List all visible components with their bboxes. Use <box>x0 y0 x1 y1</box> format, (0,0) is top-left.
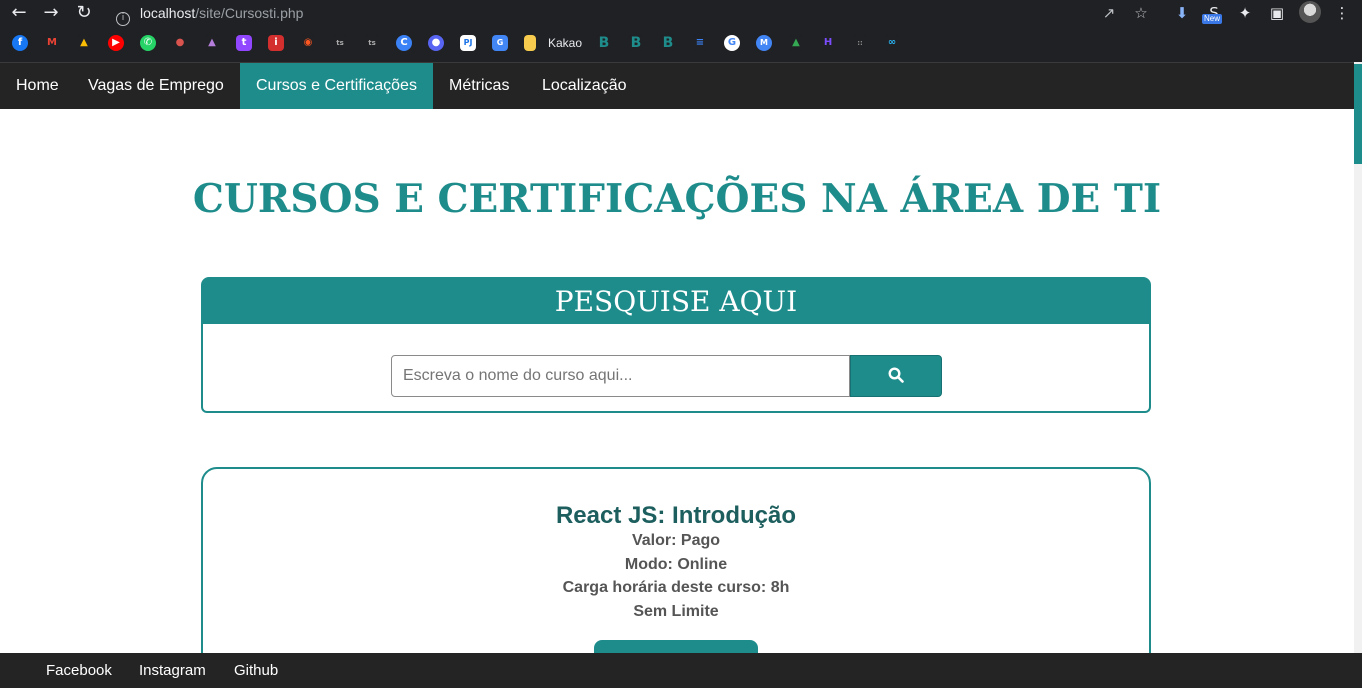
address-row: ← → ↻ i localhost/site/Cursosti.php ↗ ☆ ⬇… <box>0 0 1362 26</box>
nav-cursos-e-certificacoes[interactable]: Cursos e Certificações <box>240 63 433 109</box>
app8-bookmark-icon[interactable]: H <box>820 35 836 51</box>
app-bookmark-icon[interactable]: ● <box>172 35 188 51</box>
search-heading: PESQUISE AQUI <box>201 277 1151 324</box>
new-badge: New <box>1202 14 1223 24</box>
twitch-bookmark-icon[interactable]: t <box>236 35 252 51</box>
b3-bookmark-icon[interactable]: B <box>660 35 676 51</box>
discord-bookmark-icon[interactable]: ● <box>428 35 444 51</box>
footer-facebook-link[interactable]: Facebook <box>46 653 112 688</box>
nav-home[interactable]: Home <box>0 63 75 109</box>
course-carga-horaria: Carga horária deste curso: 8h <box>562 579 790 596</box>
translate-bookmark-icon[interactable]: G <box>492 35 508 51</box>
extensions-puzzle-icon[interactable]: ✦ <box>1234 2 1256 24</box>
stack-bookmark-icon[interactable]: ≡ <box>692 35 708 51</box>
url-host: localhost <box>140 5 196 21</box>
browser-chrome: ← → ↻ i localhost/site/Cursosti.php ↗ ☆ ⬇… <box>0 0 1362 62</box>
nav-vagas-de-emprego[interactable]: Vagas de Emprego <box>72 63 240 109</box>
drive2-bookmark-icon[interactable]: ▲ <box>788 35 804 51</box>
search-input[interactable] <box>391 355 850 397</box>
b2-bookmark-icon[interactable]: B <box>628 35 644 51</box>
nav-metricas[interactable]: Métricas <box>433 63 525 109</box>
course-modo: Modo: Online <box>624 556 728 573</box>
facebook-bookmark-icon[interactable]: f <box>12 35 28 51</box>
search-button[interactable] <box>850 355 942 397</box>
gmail-bookmark-icon[interactable]: M <box>44 35 60 51</box>
app3-bookmark-icon[interactable]: i <box>268 35 284 51</box>
menu-kebab-icon[interactable]: ⋮ <box>1331 2 1353 24</box>
forward-arrow-icon[interactable]: → <box>40 2 62 24</box>
address-bar[interactable]: i localhost/site/Cursosti.php <box>116 3 304 26</box>
bookmark-kakao-label[interactable]: Kakao <box>548 35 582 51</box>
site-navbar: Home Vagas de Emprego Cursos e Certifica… <box>0 62 1362 109</box>
youtube-bookmark-icon[interactable]: ▶ <box>108 35 124 51</box>
google-bookmark-icon[interactable]: G <box>724 35 740 51</box>
url-path: /site/Cursosti.php <box>195 5 304 21</box>
reload-icon[interactable]: ↻ <box>73 2 95 24</box>
app9-bookmark-icon[interactable]: :: <box>852 35 868 51</box>
bookmark-star-icon[interactable]: ☆ <box>1130 2 1152 24</box>
search-icon <box>888 367 904 383</box>
drive-bookmark-icon[interactable]: ▲ <box>76 35 92 51</box>
site-footer: Facebook Instagram Github <box>0 653 1362 688</box>
page-title: CURSOS E CERTIFICAÇÕES NA ÁREA DE TI <box>192 176 1162 222</box>
pj-bookmark-icon[interactable]: PJ <box>460 35 476 51</box>
b-bookmark-icon[interactable]: B <box>596 35 612 51</box>
scrollbar-thumb[interactable] <box>1354 64 1362 164</box>
app2-bookmark-icon[interactable]: ▲ <box>204 35 220 51</box>
folder-bookmark-icon[interactable] <box>524 35 536 51</box>
nav-localizacao[interactable]: Localização <box>526 63 643 109</box>
app10-bookmark-icon[interactable]: ∞ <box>884 35 900 51</box>
footer-instagram-link[interactable]: Instagram <box>139 653 206 688</box>
page-scrollbar[interactable] <box>1354 62 1362 688</box>
site-info-icon[interactable]: i <box>116 12 130 26</box>
app7-bookmark-icon[interactable]: M <box>756 35 772 51</box>
course-valor: Valor: Pago <box>631 532 721 549</box>
download-icon[interactable]: ⬇ <box>1171 2 1193 24</box>
bookmarks-bar: f M ▲ ▶ ✆ ● ▲ t i ◉ ts ts C ● PJ G Kakao… <box>0 32 1362 56</box>
canva-bookmark-icon[interactable]: C <box>396 35 412 51</box>
course-title: React JS: Introdução <box>555 502 797 529</box>
app5-bookmark-icon[interactable]: ts <box>332 35 348 51</box>
back-arrow-icon[interactable]: ← <box>8 2 30 24</box>
whatsapp-bookmark-icon[interactable]: ✆ <box>140 35 156 51</box>
app4-bookmark-icon[interactable]: ◉ <box>300 35 316 51</box>
side-panel-icon[interactable]: ▣ <box>1266 2 1288 24</box>
course-limite: Sem Limite <box>633 603 719 620</box>
footer-github-link[interactable]: Github <box>234 653 278 688</box>
share-icon[interactable]: ↗ <box>1098 2 1120 24</box>
profile-avatar[interactable] <box>1299 1 1321 23</box>
app6-bookmark-icon[interactable]: ts <box>364 35 380 51</box>
